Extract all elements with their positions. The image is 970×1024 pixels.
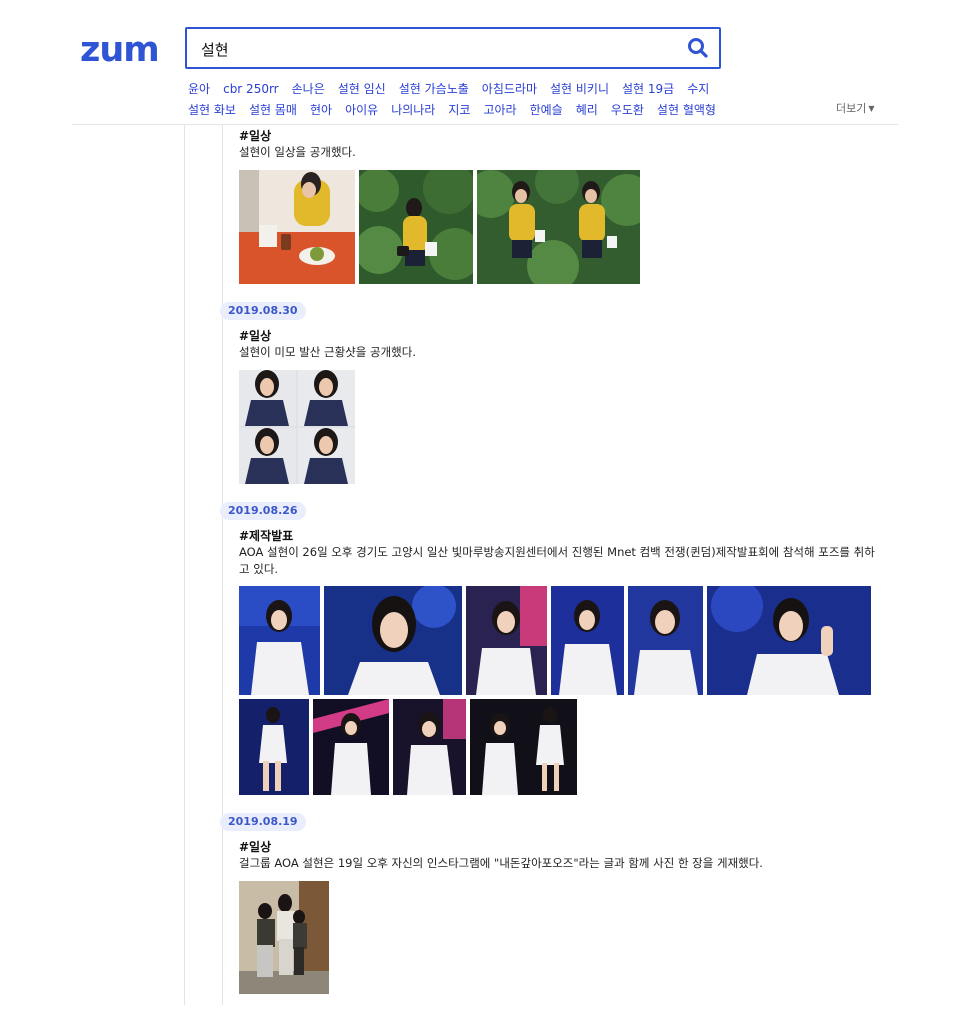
photo-thumbnail[interactable]: [313, 699, 389, 795]
search-input[interactable]: [199, 29, 683, 69]
photo-thumbnail[interactable]: [551, 586, 624, 695]
related-search-link[interactable]: 설현 화보: [188, 103, 236, 117]
svg-text:zum: zum: [80, 30, 159, 66]
entry-text: 설현이 일상을 공개했다.: [239, 145, 356, 159]
photo-thumbnail[interactable]: [239, 170, 355, 284]
related-search-link[interactable]: cbr 250rr: [223, 82, 279, 96]
related-search-link[interactable]: 설현 비키니: [550, 82, 609, 96]
related-search-link[interactable]: 설현 가슴노출: [399, 82, 469, 96]
related-search-link[interactable]: 손나은: [292, 82, 325, 96]
entry-tag: #일상: [239, 840, 272, 854]
photo-thumbnail[interactable]: [477, 170, 640, 284]
related-search-link[interactable]: 아침드라마: [482, 82, 537, 96]
related-search-link[interactable]: 설현 19금: [622, 82, 674, 96]
search-box: [185, 27, 721, 69]
date-badge: 2019.08.30: [220, 302, 306, 320]
entry-text: AOA 설현이 26일 오후 경기도 고양시 일산 빛마루방송지원센터에서 진행…: [239, 545, 875, 576]
entry-tag: #제작발표: [239, 529, 294, 543]
timeline-line: [222, 125, 223, 1005]
photo-thumbnail[interactable]: [324, 586, 462, 695]
more-button[interactable]: 더보기 ▼: [836, 100, 875, 116]
photo-thumbnail[interactable]: [239, 586, 320, 695]
photo-thumbnail[interactable]: [466, 586, 547, 695]
photo-thumbnail[interactable]: [628, 586, 703, 695]
photo-thumbnail[interactable]: [239, 699, 309, 795]
photo-thumbnail[interactable]: [393, 699, 466, 795]
search-icon[interactable]: [687, 37, 709, 59]
related-search-link[interactable]: 수지: [687, 82, 709, 96]
related-search-link[interactable]: 고아라: [483, 103, 516, 117]
photo-thumbnail[interactable]: [470, 699, 577, 795]
photo-thumbnail[interactable]: [359, 170, 473, 284]
zum-logo[interactable]: zum: [80, 30, 172, 66]
related-search-link[interactable]: 아이유: [345, 103, 378, 117]
related-search-link[interactable]: 설현 혈액형: [657, 103, 716, 117]
entry-tag: #일상: [239, 329, 272, 343]
date-badge: 2019.08.19: [220, 813, 306, 831]
related-searches-row-1: 윤아 cbr 250rr 손나은 설현 임신 설현 가슴노출 아침드라마 설현 비키니 설현 …: [188, 80, 722, 97]
related-search-link[interactable]: 설현 몸매: [249, 103, 297, 117]
photo-thumbnail[interactable]: [707, 586, 871, 695]
content-left-border: [184, 125, 185, 1005]
entry-tag: #일상: [239, 129, 272, 143]
related-search-link[interactable]: 현아: [310, 103, 332, 117]
related-search-link[interactable]: 한예슬: [530, 103, 563, 117]
related-search-link[interactable]: 윤아: [188, 82, 210, 96]
related-search-link[interactable]: 나의나라: [391, 103, 435, 117]
date-badge: 2019.08.26: [220, 502, 306, 520]
entry-text: 설현이 미모 발산 근황샷을 공개했다.: [239, 345, 416, 359]
related-search-link[interactable]: 지코: [448, 103, 470, 117]
related-search-link[interactable]: 우도환: [611, 103, 644, 117]
photo-thumbnail[interactable]: [239, 881, 329, 994]
related-searches-row-2: 설현 화보 설현 몸매 현아 아이유 나의나라 지코 고아라 한예슬 혜리 우도환 설현 혈액형: [188, 101, 729, 118]
related-search-link[interactable]: 혜리: [576, 103, 598, 117]
entry-text: 걸그룹 AOA 설현은 19일 오후 자신의 인스타그램에 "내돈갚아포오즈"라…: [239, 856, 763, 870]
photo-thumbnail[interactable]: [239, 370, 355, 484]
related-search-link[interactable]: 설현 임신: [338, 82, 386, 96]
header-divider: [72, 124, 898, 125]
caret-down-icon: ▼: [868, 104, 875, 113]
